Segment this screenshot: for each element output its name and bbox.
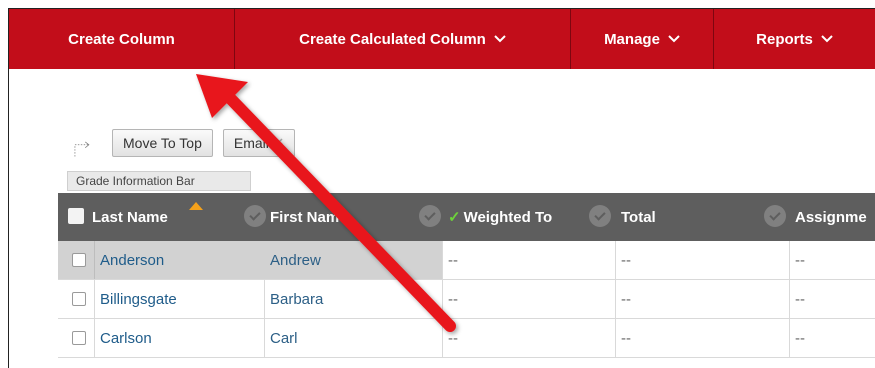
column-divider — [789, 241, 790, 279]
column-menu-icon[interactable] — [764, 205, 786, 227]
create-column-button[interactable]: Create Column — [9, 9, 235, 69]
row-checkbox[interactable] — [72, 253, 86, 267]
grade-grid: Last Name First Name ✓ Weighted To Total… — [58, 193, 875, 358]
first-name-header-label: First Name — [270, 208, 348, 226]
action-bar: Create Column Create Calculated Column M… — [9, 9, 875, 69]
table-row[interactable]: Billingsgate Barbara -- -- -- — [58, 280, 875, 319]
row-checkbox[interactable] — [72, 331, 86, 345]
manage-menu-button[interactable]: Manage — [571, 9, 714, 69]
column-divider — [264, 319, 265, 357]
grade-information-bar[interactable]: Grade Information Bar — [67, 171, 251, 191]
column-divider — [94, 319, 95, 357]
column-divider — [442, 280, 443, 318]
weighted-total-cell[interactable]: -- — [448, 319, 458, 357]
grade-center-screenshot: Create Column Create Calculated Column M… — [8, 8, 875, 368]
check-icon: ✓ — [448, 209, 461, 226]
assignment-cell[interactable]: -- — [795, 319, 805, 357]
column-divider — [94, 241, 95, 279]
assignment-cell[interactable]: -- — [795, 280, 805, 318]
total-header-label: Total — [621, 208, 656, 226]
weighted-total-cell[interactable]: -- — [448, 241, 458, 279]
email-button[interactable]: Email — [222, 129, 295, 157]
table-row[interactable]: Carlson Carl -- -- -- — [58, 319, 875, 358]
last-name-cell[interactable]: Anderson — [100, 241, 164, 279]
first-name-cell[interactable]: Barbara — [270, 280, 323, 318]
create-calculated-column-label: Create Calculated Column — [299, 30, 486, 48]
weighted-total-cell[interactable]: -- — [448, 280, 458, 318]
total-cell[interactable]: -- — [621, 319, 631, 357]
table-row[interactable]: Anderson Andrew -- -- -- — [58, 241, 875, 280]
column-header-weighted-total[interactable]: ✓ Weighted To — [448, 193, 552, 241]
reports-label: Reports — [756, 30, 813, 48]
chevron-down-icon — [668, 35, 680, 43]
column-header-assignment[interactable]: Assignme — [795, 193, 867, 241]
create-column-label: Create Column — [68, 30, 175, 48]
column-header-total[interactable]: Total — [621, 193, 656, 241]
column-menu-icon[interactable] — [589, 205, 611, 227]
assignment-cell[interactable]: -- — [795, 241, 805, 279]
column-divider — [615, 319, 616, 357]
total-cell[interactable]: -- — [621, 241, 631, 279]
first-name-cell[interactable]: Carl — [270, 319, 298, 357]
last-name-cell[interactable]: Carlson — [100, 319, 152, 357]
grade-cells-background — [442, 241, 875, 279]
chevron-down-icon — [821, 35, 833, 43]
column-menu-icon[interactable] — [419, 205, 441, 227]
column-divider — [94, 280, 95, 318]
manage-label: Manage — [604, 30, 660, 48]
double-chevron-down-icon — [273, 138, 283, 149]
column-header-first-name[interactable]: First Name — [270, 193, 348, 241]
email-label: Email — [233, 135, 269, 151]
row-checkbox[interactable] — [72, 292, 86, 306]
first-name-cell[interactable]: Andrew — [270, 241, 321, 279]
chevron-down-icon — [494, 35, 506, 43]
last-name-cell[interactable]: Billingsgate — [100, 280, 177, 318]
assignment-header-label: Assignme — [795, 208, 867, 226]
column-divider — [442, 319, 443, 357]
select-all-checkbox[interactable] — [68, 208, 84, 224]
grid-header: Last Name First Name ✓ Weighted To Total… — [58, 193, 875, 241]
column-divider — [442, 241, 443, 279]
sort-indicator-icon — [189, 202, 203, 210]
column-divider — [789, 319, 790, 357]
weighted-total-header-label: Weighted To — [463, 208, 553, 226]
column-divider — [615, 280, 616, 318]
grid-toolbar: Move To Top Email — [72, 129, 305, 157]
create-calculated-column-button[interactable]: Create Calculated Column — [235, 9, 571, 69]
move-to-top-label: Move To Top — [123, 135, 202, 151]
column-menu-icon[interactable] — [244, 205, 266, 227]
grade-information-bar-label: Grade Information Bar — [76, 174, 195, 188]
last-name-header-label: Last Name — [92, 208, 168, 226]
column-header-last-name[interactable]: Last Name — [92, 193, 168, 241]
column-divider — [264, 280, 265, 318]
column-divider — [615, 241, 616, 279]
column-divider — [789, 280, 790, 318]
total-cell[interactable]: -- — [621, 280, 631, 318]
reports-menu-button[interactable]: Reports — [714, 9, 875, 69]
move-to-top-button[interactable]: Move To Top — [112, 129, 213, 157]
